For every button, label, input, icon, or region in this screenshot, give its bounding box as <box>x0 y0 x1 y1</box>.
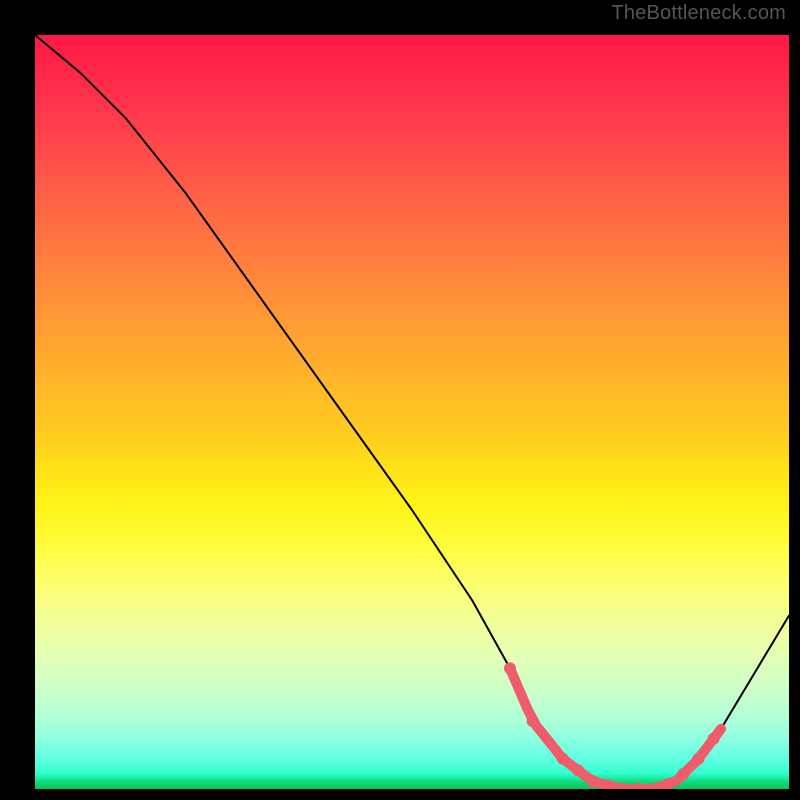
optimal-dot <box>557 753 569 765</box>
optimal-range-markers <box>504 662 721 789</box>
optimal-dot <box>693 753 705 765</box>
optimal-dot <box>708 733 720 745</box>
optimal-dot <box>677 768 689 780</box>
optimal-dot <box>572 764 584 776</box>
optimal-dot <box>632 783 644 789</box>
bottleneck-curve <box>35 35 789 789</box>
optimal-dot <box>587 776 599 788</box>
optimal-dot <box>527 715 539 727</box>
optimal-dot <box>504 662 516 674</box>
chart-frame <box>12 12 788 788</box>
watermark-text: TheBottleneck.com <box>611 2 786 25</box>
optimal-band-line <box>510 668 721 789</box>
bottleneck-curve-layer <box>35 35 789 789</box>
plot-area <box>35 35 789 789</box>
